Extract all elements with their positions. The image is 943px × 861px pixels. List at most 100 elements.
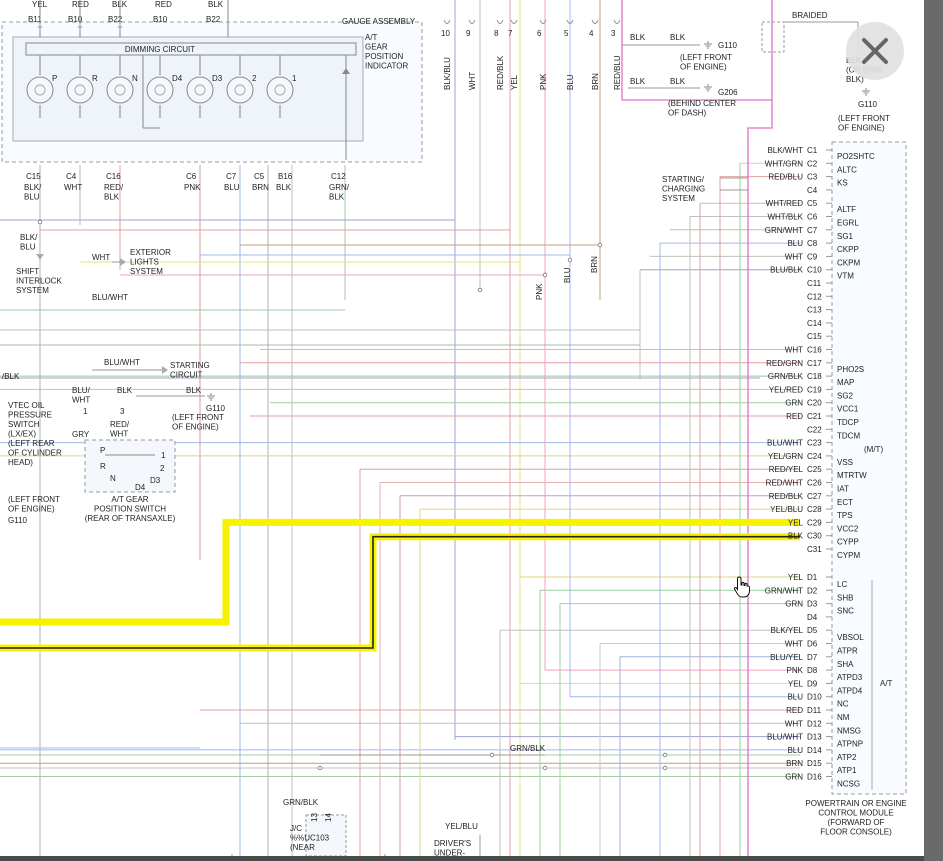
- connector-wire-label: RED/BLK: [496, 55, 505, 90]
- wire-label: WHT: [110, 430, 128, 439]
- wire-label: RED/: [110, 420, 130, 429]
- module-signal-label: NC: [837, 700, 849, 709]
- gauge-bottom-pin: C5: [254, 172, 265, 181]
- module-pin-label: C19: [807, 385, 822, 394]
- module-pin-label: D10: [807, 693, 822, 702]
- module-pin-label: C11: [807, 279, 822, 288]
- ground-location: OF ENGINE): [8, 505, 55, 514]
- module-title: CONTROL MODULE: [818, 809, 893, 818]
- module-wire-label: WHT/BLK: [767, 213, 803, 222]
- module-pin-label: C22: [807, 425, 822, 434]
- switch-contact-label: N: [110, 474, 116, 483]
- bulb-label: R: [92, 74, 98, 83]
- module-wire-label: BLU/BLK: [770, 266, 804, 275]
- arrow-icon: [162, 366, 168, 374]
- indicator-bulb-icon: [106, 76, 134, 104]
- connector-pin-number: 5: [564, 29, 569, 38]
- splice-dot: [597, 242, 603, 248]
- ground-location: (LEFT FRONT: [8, 495, 60, 504]
- module-pin-label: C28: [807, 505, 822, 514]
- module-wire-label: BLU: [787, 693, 803, 702]
- module-wire-label: PNK: [787, 666, 804, 675]
- module-pin-label: C31: [807, 545, 822, 554]
- gauge-top-pin: B10: [68, 15, 83, 24]
- splice-dot: [317, 765, 323, 771]
- module-signal-label: ATP1: [837, 766, 857, 775]
- module-pin-label: D12: [807, 719, 822, 728]
- module-signal-label: CYPM: [837, 551, 860, 560]
- gauge-bottom-pin: B16: [278, 172, 293, 181]
- switch-contact-label: 2: [160, 464, 165, 473]
- module-signal-label: PO2SHTC: [837, 152, 875, 161]
- braided-strap-box: [761, 21, 785, 53]
- module-pin-label: D7: [807, 653, 818, 662]
- gauge-top-pin: B22: [108, 15, 123, 24]
- module-pin-label: C25: [807, 465, 822, 474]
- module-pin-label: C12: [807, 292, 822, 301]
- module-signal-label: EGRL: [837, 219, 859, 228]
- gauge-bottom-wire: WHT: [64, 183, 82, 192]
- indicator-bulb-icon: [146, 76, 174, 104]
- module-pin-label: D6: [807, 640, 818, 649]
- wiring-diagram: DIMMING CIRCUITGAUGE ASSEMBLYA/TGEARPOSI…: [0, 0, 907, 857]
- pin-label: 3: [120, 407, 125, 416]
- module-signal-label: VSS: [837, 458, 853, 467]
- wire-label: BLU: [20, 243, 36, 252]
- ground-location: (LEFT FRONT: [680, 53, 732, 62]
- module-pin-label: C16: [807, 346, 822, 355]
- gauge-top-pin: B10: [153, 15, 168, 24]
- indicator-bulb-icon: [186, 76, 214, 104]
- module-pin-label: D9: [807, 679, 818, 688]
- driver-label: DRIVER'S: [434, 839, 471, 848]
- wiring-diagram-page: DIMMING CIRCUIT GAUGE ASSEMBLY A/T GEAR POSI…: [0, 0, 924, 856]
- shift-interlock-label: INTERLOCK: [16, 277, 62, 286]
- connector-wire-label: YEL: [510, 74, 519, 90]
- module-signal-label: CYPP: [837, 538, 859, 547]
- module-pin-label: C6: [807, 213, 818, 222]
- module-wire-label: WHT/RED: [766, 199, 804, 208]
- ground-location: OF ENGINE): [172, 423, 219, 432]
- module-pin-label: D3: [807, 600, 818, 609]
- switch-contact-label: D4: [135, 483, 146, 492]
- gauge-bottom-wire: GRN/: [329, 183, 350, 192]
- ground-location: OF DASH): [668, 109, 707, 118]
- ground-location: (LEFT FRONT: [172, 413, 224, 422]
- gear-switch-label: (REAR OF TRANSAXLE): [85, 514, 176, 523]
- module-pin-label: D13: [807, 733, 822, 742]
- horizontal-scrollbar[interactable]: [0, 856, 924, 861]
- vertical-scrollbar[interactable]: [924, 0, 943, 861]
- module-wire-label: YEL: [788, 573, 804, 582]
- gauge-bottom-pin: C4: [66, 172, 77, 181]
- ground-wire-label: BLK: [186, 386, 202, 395]
- module-pin-label: C27: [807, 492, 822, 501]
- module-signal-label: ALTF: [837, 205, 856, 214]
- ground-location: (BEHIND CENTER: [668, 99, 736, 108]
- module-pin-label: C17: [807, 359, 822, 368]
- connector-pin-number: 10: [441, 29, 450, 38]
- gauge-top-wire: BLK: [208, 0, 224, 9]
- driver-label: UNDER-: [434, 849, 465, 857]
- close-x-icon: [862, 38, 888, 64]
- gauge-bottom-pin: C15: [26, 172, 41, 181]
- bulb-label: D4: [172, 74, 183, 83]
- starting-charging-label: SYSTEM: [662, 194, 695, 203]
- connector-wire-label: PNK: [539, 73, 548, 90]
- wire-label: GRN/BLK: [283, 798, 319, 807]
- ground-id: G110: [206, 404, 226, 413]
- gauge-bottom-wire: BLK: [104, 193, 120, 202]
- module-signal-label: ECT: [837, 498, 853, 507]
- module-signal-label: IAT: [837, 485, 849, 494]
- module-signal-label: LC: [837, 580, 847, 589]
- module-wire-label: BLU/YEL: [770, 653, 803, 662]
- module-pin-label: D8: [807, 666, 818, 675]
- module-signal-label: VCC1: [837, 405, 859, 414]
- close-button[interactable]: [846, 22, 904, 80]
- splice-dot: [542, 765, 548, 771]
- gauge-top-wire: RED: [155, 0, 172, 9]
- module-pin-label: D5: [807, 626, 818, 635]
- module-pin-label: C20: [807, 399, 822, 408]
- ground-location: (LEFT FRONT: [838, 114, 890, 123]
- gear-indicator-label: A/T: [365, 33, 378, 42]
- arrow-icon: [36, 254, 44, 260]
- shift-interlock-label: SYSTEM: [16, 286, 49, 295]
